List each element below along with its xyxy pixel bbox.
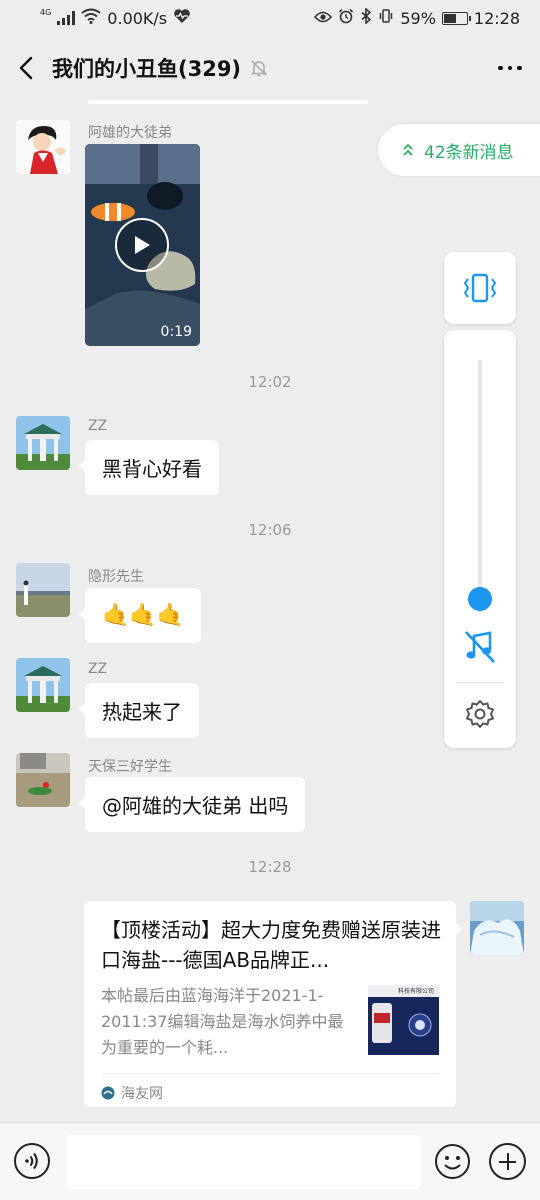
- network-speed: 0.00K/s: [107, 8, 168, 28]
- link-card[interactable]: 【顶楼活动】超大力度免费赠送原装进口海盐---德国AB品牌正... 本帖最后由蓝…: [84, 901, 462, 1107]
- avatar[interactable]: [16, 120, 70, 174]
- panel-divider: [456, 682, 504, 683]
- volume-panel: [444, 330, 516, 748]
- sender-name: ZZ: [88, 661, 108, 677]
- vibrate-toggle-button[interactable]: [444, 252, 516, 324]
- wifi-icon: [81, 8, 101, 28]
- link-title: 【顶楼活动】超大力度免费赠送原装进口海盐---德国AB品牌正...: [101, 918, 441, 972]
- link-thumbnail: 科技有限公司: [368, 985, 439, 1055]
- message-bubble[interactable]: 热起来了: [79, 683, 199, 738]
- volume-slider-knob[interactable]: [468, 587, 492, 611]
- back-icon: [19, 56, 33, 80]
- link-divider: [101, 1073, 439, 1074]
- message-bubble[interactable]: 黑背心好看: [79, 440, 219, 495]
- emoji-button[interactable]: [434, 1143, 471, 1180]
- sender-name: ZZ: [88, 418, 108, 434]
- sender-name: 阿雄的大徒弟: [88, 125, 172, 141]
- voice-icon: [25, 1152, 38, 1170]
- timestamp: 12:28: [248, 858, 292, 876]
- volume-slider-track[interactable]: [478, 360, 482, 600]
- signal-icon: [57, 11, 76, 25]
- settings-icon[interactable]: [464, 698, 496, 734]
- plus-button[interactable]: [489, 1143, 526, 1180]
- video-message[interactable]: 0:19: [85, 144, 200, 346]
- sender-name: 隐形先生: [88, 569, 144, 585]
- battery-icon: [441, 11, 471, 25]
- message-input[interactable]: [66, 1135, 421, 1189]
- vibrate-icon: [463, 273, 497, 303]
- avatar[interactable]: [16, 753, 70, 807]
- link-source-name: 海友网: [121, 1086, 163, 1102]
- chat-header: 我们的小丑鱼(329): [0, 36, 540, 100]
- message-bubble[interactable]: 🤙🤙🤙: [78, 588, 202, 643]
- network-type: 4G: [40, 7, 52, 17]
- voice-input-button[interactable]: [14, 1143, 50, 1179]
- message-bubble[interactable]: @阿雄的大徒弟 出吗: [78, 777, 306, 832]
- thumb-caption: 科技有限公司: [398, 988, 435, 995]
- vibrate-icon: [378, 8, 394, 28]
- mute-bell-icon: [249, 58, 269, 78]
- link-source: 海友网: [101, 1083, 163, 1103]
- avatar[interactable]: [16, 416, 70, 470]
- my-avatar[interactable]: [470, 901, 524, 955]
- play-icon: [135, 236, 150, 254]
- more-button[interactable]: [480, 36, 540, 100]
- heart-rate-icon: [173, 8, 191, 28]
- avatar[interactable]: [16, 563, 70, 617]
- bluetooth-icon: [360, 7, 372, 28]
- back-button[interactable]: [0, 36, 52, 100]
- more-icon: [498, 65, 522, 71]
- status-bar: 4G 0.00K/s 59% 12:28: [0, 0, 540, 36]
- new-messages-label: 42条新消息: [424, 142, 514, 163]
- double-chevron-up-icon: [403, 143, 413, 156]
- source-logo-icon: [101, 1086, 115, 1100]
- avatar[interactable]: [16, 658, 70, 712]
- sender-name: 天保三好学生: [88, 759, 172, 775]
- new-messages-button[interactable]: 42条新消息: [377, 123, 540, 177]
- video-duration: 0:19: [160, 324, 192, 340]
- link-description: 本帖最后由蓝海海洋于2021-1-2011:37编辑海盐是海水饲养中最为重要的一…: [101, 986, 344, 1057]
- eye-icon: [314, 9, 333, 28]
- alarm-icon: [338, 8, 354, 28]
- clock: 12:28: [473, 8, 520, 28]
- music-off-icon[interactable]: [464, 630, 496, 668]
- emoji-icon: [435, 1144, 470, 1179]
- play-button[interactable]: [115, 218, 169, 272]
- input-bar: [0, 1122, 540, 1200]
- previous-message-edge: [88, 100, 368, 104]
- chat-title[interactable]: 我们的小丑鱼(329): [52, 53, 241, 83]
- battery-percent: 59%: [400, 8, 436, 28]
